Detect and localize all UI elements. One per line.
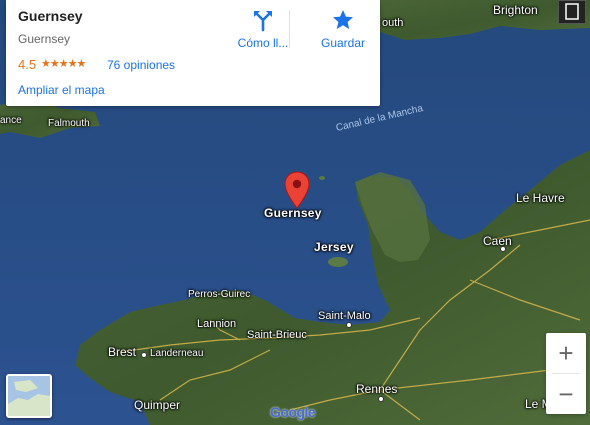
fullscreen-button[interactable]: [558, 0, 586, 24]
place-info-card: Guernsey Guernsey 4.5 ★★★★★ 76 opiniones…: [6, 0, 380, 106]
action-divider: [289, 10, 290, 48]
directions-button[interactable]: Cómo ll...: [228, 8, 298, 50]
zoom-controls: + −: [546, 333, 586, 414]
location-pin-icon[interactable]: [283, 171, 311, 209]
label-caen: Caen: [483, 234, 512, 248]
google-logo: Google: [270, 404, 316, 420]
map-thumbnail-icon: [8, 376, 50, 416]
star-icon: [308, 8, 378, 32]
place-subtitle: Guernsey: [18, 32, 71, 46]
city-dot-saint-malo: [346, 322, 352, 328]
city-dot-caen: [500, 246, 506, 252]
jersey-island: [328, 257, 348, 267]
label-perros-guirec: Perros-Guirec: [188, 289, 251, 300]
label-falmouth: Falmouth: [48, 118, 90, 129]
label-cornwall: ance: [0, 115, 22, 126]
save-label: Guardar: [320, 36, 366, 50]
place-title: Guernsey: [18, 8, 83, 24]
rating-value: 4.5: [18, 57, 37, 72]
alderney-island: [319, 176, 325, 180]
city-dot-rennes: [378, 396, 384, 402]
label-brest: Brest: [108, 345, 137, 359]
label-saint-malo: Saint-Malo: [318, 310, 371, 322]
google-logo-text: Google: [270, 404, 316, 420]
directions-label: Cómo ll...: [237, 36, 289, 50]
city-dot-brest: [141, 352, 147, 358]
label-saint-brieuc: Saint-Brieuc: [247, 329, 307, 341]
star-rating-icon: ★★★★★: [41, 58, 86, 70]
label-brighton: Brighton: [493, 3, 538, 17]
zoom-in-button[interactable]: +: [546, 333, 586, 373]
label-south: outh: [382, 17, 404, 29]
map-type-toggle[interactable]: [6, 374, 52, 418]
reviews-link[interactable]: 76 opiniones: [107, 58, 175, 72]
label-jersey: Jersey: [314, 240, 354, 254]
label-quimper: Quimper: [134, 398, 181, 412]
zoom-out-button[interactable]: −: [546, 374, 586, 414]
label-lannion: Lannion: [197, 318, 237, 330]
save-button[interactable]: Guardar: [308, 8, 378, 50]
fullscreen-icon: [565, 3, 579, 20]
enlarge-map-link[interactable]: Ampliar el mapa: [18, 83, 105, 97]
label-landerneau: Landerneau: [150, 348, 204, 359]
directions-icon: [228, 8, 298, 32]
label-le-havre: Le Havre: [516, 191, 565, 205]
label-rennes: Rennes: [356, 382, 398, 396]
